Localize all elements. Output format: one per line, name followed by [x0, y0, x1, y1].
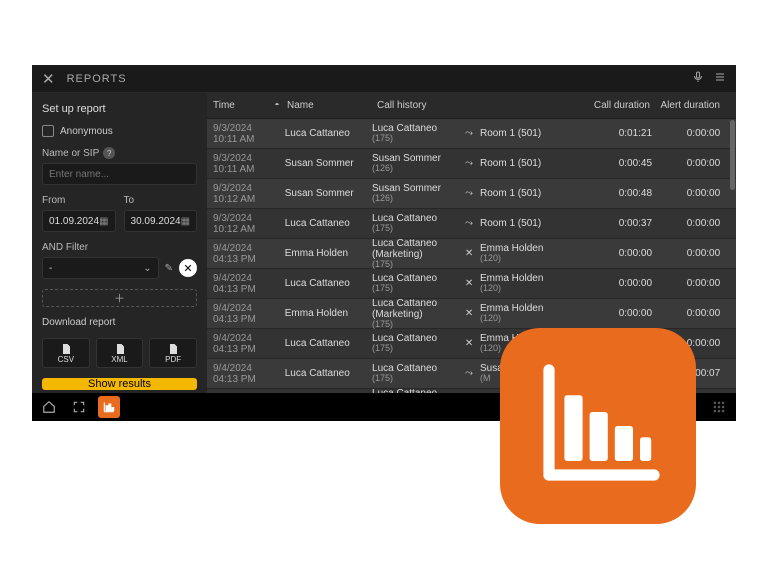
cell-call-duration: 0:00:00	[590, 308, 660, 319]
mic-icon[interactable]	[692, 71, 704, 86]
call-icon: ⤳	[462, 128, 476, 139]
remove-filter-icon[interactable]: ✕	[179, 259, 197, 277]
header-time[interactable]: Time	[207, 100, 267, 111]
cell-alert-duration: 0:00:00	[660, 218, 730, 229]
call-icon: ⤳	[462, 218, 476, 229]
pencil-icon[interactable]: ✎	[165, 263, 173, 274]
window-title: REPORTS	[67, 73, 692, 85]
cell-call-history: Susan Sommer(126)⤳Room 1 (501)	[372, 153, 590, 174]
calendar-icon: ▦	[181, 216, 190, 227]
download-xml-button[interactable]: XML	[96, 338, 144, 368]
table-row[interactable]: 9/3/202410:12 AM Luca CattaneoLuca Cattan…	[207, 209, 736, 239]
scrollbar[interactable]	[730, 120, 735, 190]
home-icon[interactable]	[38, 396, 60, 418]
cell-alert-duration: 0:00:00	[660, 278, 730, 289]
cell-alert-duration: 0:00:00	[660, 188, 730, 199]
call-icon: ⤳	[462, 188, 476, 199]
cell-call-duration: 0:00:00	[590, 248, 660, 259]
missed-call-icon: ✕	[462, 278, 476, 289]
menu-icon[interactable]	[714, 71, 726, 86]
close-icon[interactable]: ✕	[38, 70, 59, 88]
table-row[interactable]: 9/4/202404:13 PM Emma HoldenLuca Cattaneo…	[207, 299, 736, 329]
info-icon[interactable]: ?	[103, 147, 115, 159]
header-name[interactable]: Name	[287, 100, 377, 111]
and-filter-label: AND Filter	[42, 242, 197, 253]
fullscreen-icon[interactable]	[68, 396, 90, 418]
overlay-chart-logo	[500, 328, 696, 524]
cell-time: 9/4/202404:13 PM	[207, 303, 265, 325]
cell-time: 9/4/202404:13 PM	[207, 393, 265, 394]
name-sip-label: Name or SIP	[42, 148, 99, 159]
cell-call-history: Luca Cattaneo (Marketing)(175)✕Emma Hold…	[372, 238, 590, 270]
cell-time: 9/3/202410:12 AM	[207, 183, 265, 205]
cell-call-history: Luca Cattaneo(175)⤳Room 1 (501)	[372, 213, 590, 234]
missed-call-icon: ✕	[462, 338, 476, 349]
table-row[interactable]: 9/3/202410:11 AM Luca CattaneoLuca Cattan…	[207, 119, 736, 149]
download-csv-button[interactable]: CSV	[42, 338, 90, 368]
download-report-label: Download report	[42, 317, 197, 328]
setup-report-title: Set up report	[42, 103, 197, 115]
cell-name: Luca Cattaneo	[285, 128, 372, 139]
download-pdf-button[interactable]: PDF	[149, 338, 197, 368]
add-filter-button[interactable]: ＋	[42, 289, 197, 307]
header-alert-duration[interactable]: Alert duration	[658, 100, 730, 111]
chevron-down-icon: ⌄	[143, 263, 151, 274]
cell-name: Luca Cattaneo	[285, 278, 372, 289]
missed-call-icon: ✕	[462, 308, 476, 319]
cell-name: Luca Cattaneo	[285, 368, 372, 379]
cell-name: Emma Holden	[285, 248, 372, 259]
cell-alert-duration: 0:00:00	[660, 308, 730, 319]
name-input[interactable]	[42, 163, 197, 185]
cell-call-history: Susan Sommer(126)⤳Room 1 (501)	[372, 183, 590, 204]
call-icon: ⤳	[462, 158, 476, 169]
table-row[interactable]: 9/4/202404:13 PM Luca CattaneoLuca Cattan…	[207, 269, 736, 299]
titlebar: ✕ REPORTS	[32, 65, 736, 93]
cell-alert-duration: 0:00:00	[660, 248, 730, 259]
table-row[interactable]: 9/4/202404:13 PM Emma HoldenLuca Cattaneo…	[207, 239, 736, 269]
cell-call-history: Luca Cattaneo(175)⤳Room 1 (501)	[372, 123, 590, 144]
cell-time: 9/4/202404:13 PM	[207, 243, 265, 265]
chart-icon[interactable]	[98, 396, 120, 418]
cell-name: Susan Sommer	[285, 188, 372, 199]
cell-name: Susan Sommer	[285, 158, 372, 169]
cell-alert-duration: 0:00:00	[660, 158, 730, 169]
cell-time: 9/3/202410:12 AM	[207, 213, 265, 235]
cell-call-duration: 0:00:48	[590, 188, 660, 199]
table-row[interactable]: 9/3/202410:11 AM Susan SommerSusan Sommer…	[207, 149, 736, 179]
anonymous-label: Anonymous	[60, 126, 113, 137]
cell-time: 9/3/202410:11 AM	[207, 123, 265, 145]
table-row[interactable]: 9/3/202410:12 AM Susan SommerSusan Sommer…	[207, 179, 736, 209]
sidebar: Set up report Anonymous Name or SIP ? Fr…	[32, 93, 207, 393]
cell-call-duration: 0:00:00	[590, 278, 660, 289]
to-label: To	[124, 195, 198, 206]
to-date-input[interactable]: 30.09.2024 ▦	[124, 210, 198, 232]
cell-call-duration: 0:01:21	[590, 128, 660, 139]
cell-name: Luca Cattaneo	[285, 218, 372, 229]
missed-call-icon: ✕	[462, 248, 476, 259]
cell-time: 9/4/202404:13 PM	[207, 333, 265, 355]
cell-call-history: Luca Cattaneo (Marketing)(175)✕Emma Hold…	[372, 298, 590, 330]
cell-time: 9/4/202404:13 PM	[207, 363, 265, 385]
sort-icon[interactable]	[267, 99, 287, 112]
filter-select[interactable]: - ⌄	[42, 257, 159, 279]
cell-call-history: Luca Cattaneo(175)✕Emma Holden(120)	[372, 273, 590, 294]
cell-call-duration: 0:00:37	[590, 218, 660, 229]
from-date-input[interactable]: 01.09.2024 ▦	[42, 210, 116, 232]
cell-time: 9/3/202410:11 AM	[207, 153, 265, 175]
cell-alert-duration: 0:00:00	[660, 128, 730, 139]
cell-time: 9/4/202404:13 PM	[207, 273, 265, 295]
table-header: Time Name Call history Call duration Ale…	[207, 93, 736, 119]
calendar-icon: ▦	[99, 216, 108, 227]
cell-call-duration: 0:00:45	[590, 158, 660, 169]
header-call-history[interactable]: Call history	[377, 100, 586, 111]
header-call-duration[interactable]: Call duration	[586, 100, 658, 111]
from-label: From	[42, 195, 116, 206]
grid-icon[interactable]	[708, 396, 730, 418]
show-results-button[interactable]: Show results	[42, 378, 197, 390]
cell-name: Emma Holden	[285, 308, 372, 319]
call-icon: ⤳	[462, 368, 476, 379]
cell-name: Luca Cattaneo	[285, 338, 372, 349]
anonymous-checkbox[interactable]: Anonymous	[42, 125, 197, 137]
